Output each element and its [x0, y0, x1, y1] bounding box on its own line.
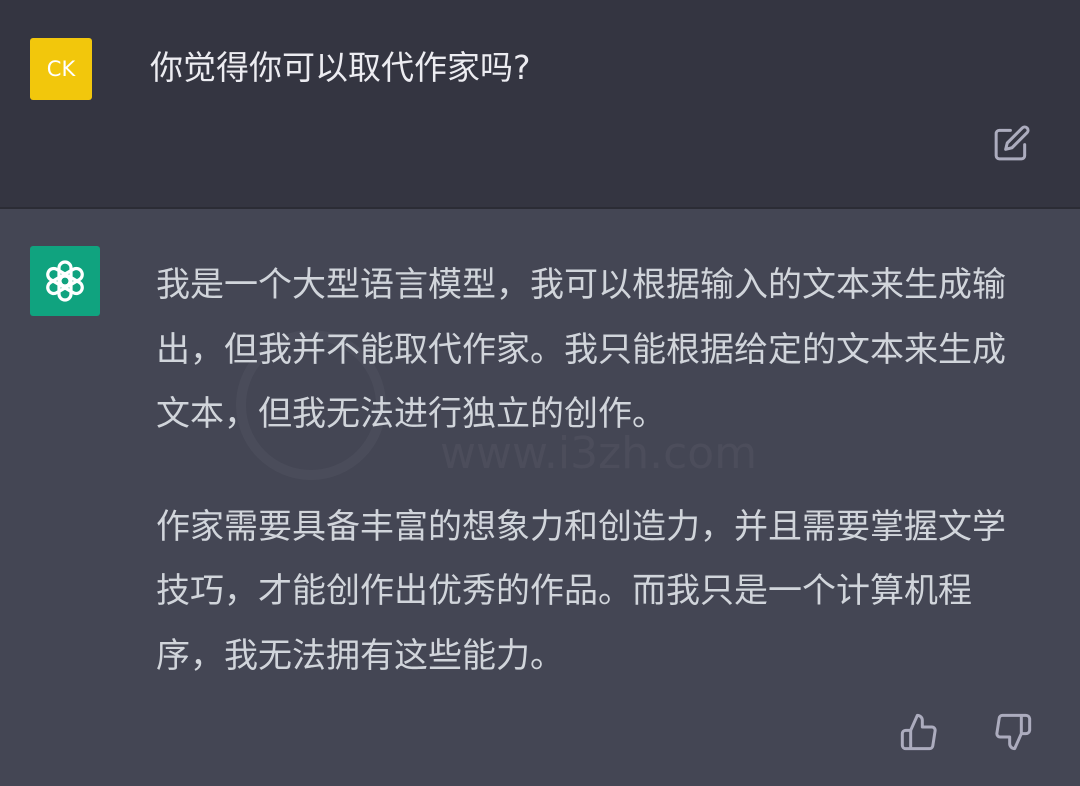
edit-icon[interactable] — [993, 124, 1031, 162]
user-message-text: 你觉得你可以取代作家吗? — [150, 48, 531, 87]
thumbs-down-icon[interactable] — [993, 712, 1033, 752]
thumbs-up-icon[interactable] — [899, 712, 939, 752]
assistant-paragraph: 我是一个大型语言模型，我可以根据输入的文本来生成输出，但我并不能取代作家。我只能… — [156, 265, 1006, 434]
openai-logo-icon — [46, 260, 84, 302]
assistant-avatar — [30, 246, 100, 316]
user-message-row — [0, 0, 1080, 207]
assistant-message-text: 我是一个大型语言模型，我可以根据输入的文本来生成输出，但我并不能取代作家。我只能… — [156, 253, 1036, 688]
user-avatar: CK — [30, 38, 92, 100]
chat-window: CK 你觉得你可以取代作家吗? www.i3zh.com 我是一个大 — [0, 0, 1080, 786]
assistant-paragraph: 作家需要具备丰富的想象力和创造力，并且需要掌握文学技巧，才能创作出优秀的作品。而… — [156, 506, 1006, 676]
